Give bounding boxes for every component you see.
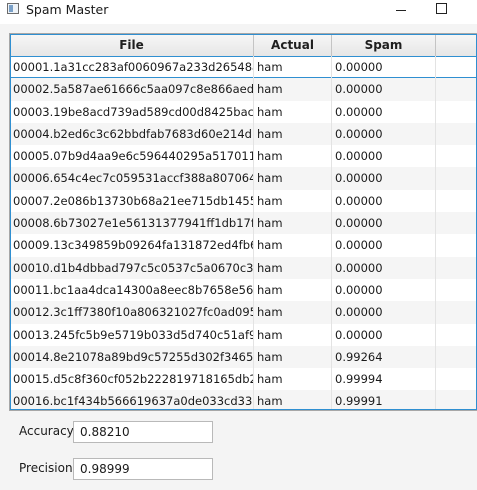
table-row[interactable]: 00014.8e21078a89bd9c57255d302f346551e8ha… [10, 345, 477, 369]
cell-spam-probability: 0.00000 [332, 167, 436, 190]
cell-spam-probability: 0.00000 [332, 323, 436, 346]
cell-actual-class: ham [254, 145, 332, 168]
cell-file: 00008.6b73027e1e56131377941ff1db17ff12 [10, 212, 254, 235]
table-row[interactable]: 00007.2e086b13730b68a21ee715db145522b9ha… [10, 189, 477, 213]
cell-file: 00002.5a587ae61666c5aa097c8e866aedcc59 [10, 78, 254, 101]
cell-actual-class: ham [254, 167, 332, 190]
table-row[interactable]: 00015.d5c8f360cf052b222819718165db24c6 ha… [10, 368, 477, 391]
cell-file: 00003.19be8acd739ad589cd00d8425bac7115 [10, 100, 254, 123]
cell-actual-class: ham [254, 78, 332, 101]
cell-actual-class: ham [254, 122, 332, 146]
precision-label: Precision: [19, 461, 77, 475]
column-header-actual-class[interactable]: Actual Class [254, 34, 332, 74]
cell-actual-class: ham [254, 301, 332, 324]
column-header-spam-probability[interactable]: Spam Probability [332, 34, 436, 74]
accuracy-label: Accuracy: [19, 424, 77, 438]
cell-spam-probability: 0.00000 [332, 145, 436, 168]
cell-actual-class: ham [254, 100, 332, 123]
cell-spam-probability: 0.00000 [332, 234, 436, 257]
cell-actual-class: ham [254, 212, 332, 235]
table-row[interactable]: 00002.5a587ae61666c5aa097c8e866aedcc59ha… [10, 78, 477, 101]
cell-actual-class: ham [254, 56, 332, 79]
cell-actual-class: ham [254, 323, 332, 346]
table-body: 00001.1a31cc283af0060967a233d26548a6ce ha… [10, 56, 477, 410]
cell-file: 00006.654c4ec7c059531accf388a807064363 [10, 167, 254, 190]
cell-actual-class: ham [254, 256, 332, 279]
cell-file: 00016.bc1f434b566619637a0de033cd3380d1 [10, 390, 254, 410]
cell-file: 00004.b2ed6c3c62bbdfab7683d60e214d1445 [10, 122, 254, 146]
table-row[interactable]: 00008.6b73027e1e56131377941ff1db17ff12 ha… [10, 212, 477, 235]
title-bar: Spam Master [0, 0, 477, 20]
accuracy-field[interactable] [73, 421, 213, 443]
cell-actual-class: ham [254, 278, 332, 302]
cell-spam-probability: 0.00000 [332, 122, 436, 146]
column-header-file[interactable]: File [10, 34, 254, 56]
cell-file: 00009.13c349859b09264fa131872ed4fb6e4e [10, 234, 254, 257]
cell-file: 00014.8e21078a89bd9c57255d302f346551e8 [10, 345, 254, 369]
cell-file: 00015.d5c8f360cf052b222819718165db24c6 [10, 368, 254, 391]
cell-actual-class: ham [254, 234, 332, 257]
cell-file: 00007.2e086b13730b68a21ee715db145522b9 [10, 189, 254, 213]
table-row[interactable]: 00011.bc1aa4dca14300a8eec8b7658e568f29 ha… [10, 278, 477, 302]
results-table[interactable]: File Actual Class Spam Probability 00001… [9, 33, 477, 411]
table-row[interactable]: 00005.07b9d4aa9e6c596440295a5170111392ha… [10, 145, 477, 168]
cell-actual-class: ham [254, 368, 332, 391]
cell-actual-class: ham [254, 189, 332, 213]
cell-spam-probability: 0.00000 [332, 56, 436, 79]
cell-actual-class: ham [254, 390, 332, 410]
cell-spam-probability: 0.00000 [332, 78, 436, 101]
table-row[interactable]: 00001.1a31cc283af0060967a233d26548a6ce ha… [10, 56, 477, 79]
cell-spam-probability: 0.00000 [332, 256, 436, 279]
window-title: Spam Master [26, 2, 109, 17]
cell-spam-probability: 0.00000 [332, 100, 436, 123]
table-row[interactable]: 00009.13c349859b09264fa131872ed4fb6e4e ha… [10, 234, 477, 257]
table-row[interactable]: 00003.19be8acd739ad589cd00d8425bac7115ha… [10, 100, 477, 123]
cell-file: 00013.245fc5b9e5719b033d5d740c51af92e0 [10, 323, 254, 346]
table-row[interactable]: 00010.d1b4dbbad797c5c0537c5a0670c373fd ha… [10, 256, 477, 279]
cell-spam-probability: 0.00000 [332, 189, 436, 213]
table-row[interactable]: 00012.3c1ff7380f10a806321027fc0ad09560 ha… [10, 301, 477, 324]
table-header: File Actual Class Spam Probability [10, 34, 477, 74]
cell-spam-probability: 0.00000 [332, 278, 436, 302]
cell-spam-probability: 0.99994 [332, 368, 436, 391]
precision-field[interactable] [73, 458, 213, 480]
main-content: File Actual Class Spam Probability 00001… [0, 24, 477, 490]
cell-spam-probability: 0.99991 [332, 390, 436, 410]
minimize-icon[interactable] [396, 10, 406, 11]
cell-file: 00010.d1b4dbbad797c5c0537c5a0670c373fd [10, 256, 254, 279]
cell-file: 00005.07b9d4aa9e6c596440295a5170111392 [10, 145, 254, 168]
cell-spam-probability: 0.00000 [332, 301, 436, 324]
cell-file: 00001.1a31cc283af0060967a233d26548a6ce [10, 56, 254, 79]
cell-file: 00011.bc1aa4dca14300a8eec8b7658e568f29 [10, 278, 254, 302]
cell-actual-class: ham [254, 345, 332, 369]
cell-file: 00012.3c1ff7380f10a806321027fc0ad09560 [10, 301, 254, 324]
maximize-icon[interactable] [436, 3, 447, 14]
app-window-icon [7, 3, 19, 14]
table-row[interactable]: 00006.654c4ec7c059531accf388a807064363 ha… [10, 167, 477, 190]
table-row[interactable]: 00013.245fc5b9e5719b033d5d740c51af92e0 ha… [10, 323, 477, 346]
cell-spam-probability: 0.00000 [332, 212, 436, 235]
table-row[interactable]: 00004.b2ed6c3c62bbdfab7683d60e214d1445ha… [10, 122, 477, 146]
table-row[interactable]: 00016.bc1f434b566619637a0de033cd3380d1ha… [10, 390, 477, 410]
cell-spam-probability: 0.99264 [332, 345, 436, 369]
